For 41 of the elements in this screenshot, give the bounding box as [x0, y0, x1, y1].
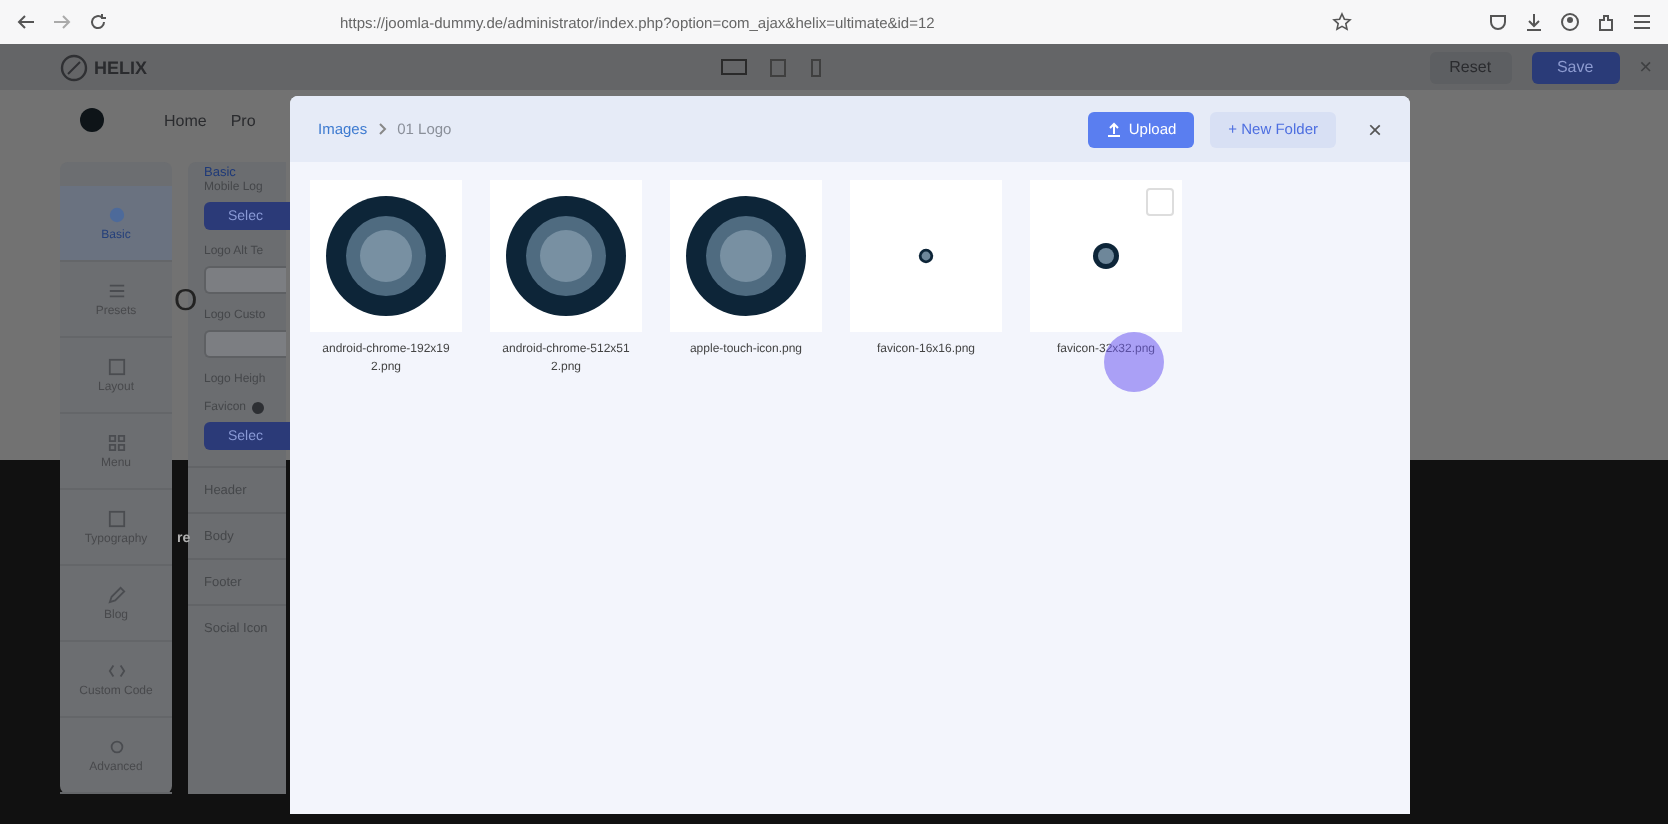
close-button[interactable]: ×: [1367, 115, 1382, 143]
nav-link[interactable]: Pro: [230, 111, 256, 129]
menu-icon: [107, 433, 125, 451]
site-logo-icon: [80, 108, 104, 132]
reload-icon[interactable]: [88, 12, 108, 32]
blog-icon: [107, 585, 125, 603]
code-icon: [107, 661, 125, 679]
desktop-icon[interactable]: [720, 57, 748, 77]
typography-icon: [107, 509, 125, 527]
logo-image-icon: [1092, 242, 1120, 270]
nav-link[interactable]: Home: [164, 111, 207, 129]
advanced-icon: [107, 737, 125, 755]
download-icon[interactable]: [1524, 12, 1544, 32]
logo-image-icon: [918, 248, 934, 264]
logo-icon: [60, 53, 88, 81]
upload-icon: [1106, 121, 1123, 137]
menu-icon[interactable]: [1632, 12, 1652, 32]
chevron-icon: [377, 122, 388, 136]
input-field[interactable]: [204, 330, 286, 358]
extensions-icon[interactable]: [1596, 12, 1616, 32]
image-thumbnail[interactable]: [310, 180, 462, 332]
input-field[interactable]: [204, 266, 286, 294]
heading-text: O: [174, 284, 198, 318]
logo-text: HELIX: [94, 57, 148, 77]
image-thumbnail[interactable]: [850, 180, 1002, 332]
logo-image-icon: [504, 194, 628, 318]
layout-icon: [107, 357, 125, 375]
account-icon[interactable]: [1560, 12, 1580, 32]
logo-image-icon: [324, 194, 448, 318]
save-button[interactable]: Save: [1531, 51, 1620, 83]
logo-image-icon: [684, 194, 808, 318]
star-icon[interactable]: [1332, 12, 1352, 32]
back-icon[interactable]: [16, 12, 36, 32]
close-button[interactable]: ×: [1639, 55, 1652, 79]
shield-icon[interactable]: [1488, 12, 1508, 32]
image-thumbnail[interactable]: [1030, 180, 1182, 332]
checkbox[interactable]: [1146, 188, 1174, 216]
basic-icon: [107, 205, 125, 223]
presets-icon: [107, 281, 125, 299]
image-thumbnail[interactable]: [490, 180, 642, 332]
image-thumbnail[interactable]: [670, 180, 822, 332]
